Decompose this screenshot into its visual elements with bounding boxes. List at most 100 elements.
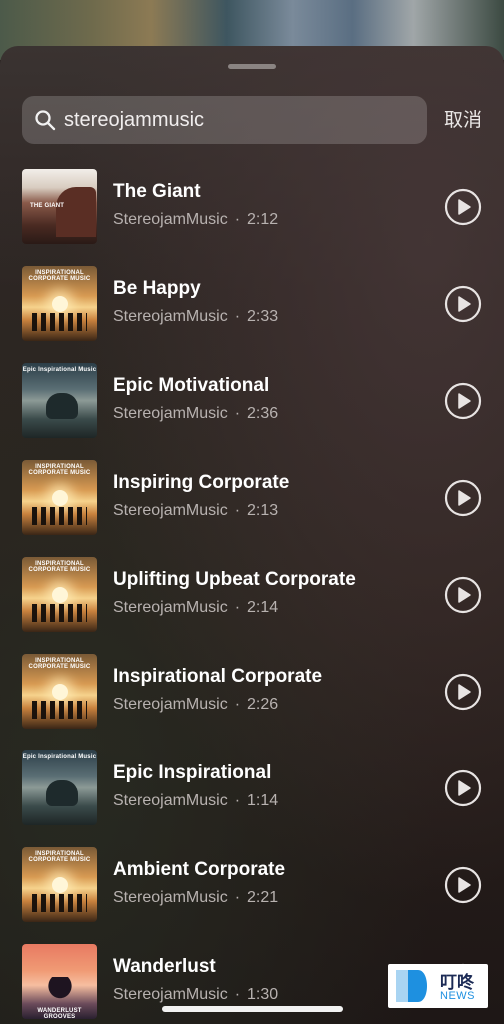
elephant-silhouette: [46, 393, 78, 419]
drag-handle[interactable]: [228, 64, 276, 69]
cover-caption: WANDERLUST GROOVES: [37, 1008, 82, 1019]
meta-separator: ·: [234, 405, 241, 422]
people-silhouette: [32, 507, 87, 525]
track-meta: StereojamMusic · 2:21: [113, 889, 278, 907]
track-artist: StereojamMusic: [113, 211, 228, 228]
cover-caption: Epic Inspirational Music: [22, 367, 97, 373]
search-input[interactable]: stereojammusic: [64, 96, 414, 144]
track-meta: StereojamMusic · 2:12: [113, 211, 278, 229]
search-icon: [35, 110, 56, 131]
cover-caption: INSPIRATIONAL CORPORATE MUSIC: [28, 658, 91, 670]
track-title: Epic Motivational: [113, 375, 270, 396]
people-silhouette: [32, 604, 87, 622]
track-title: Uplifting Upbeat Corporate: [113, 569, 356, 590]
sun-graphic: [52, 490, 68, 506]
track-meta: StereojamMusic · 2:26: [113, 696, 278, 714]
play-circle-icon[interactable]: [444, 866, 482, 904]
album-cover: INSPIRATIONAL CORPORATE MUSIC: [22, 654, 97, 729]
album-cover: Epic Inspirational Music: [22, 750, 97, 825]
track-meta: StereojamMusic · 2:36: [113, 405, 278, 423]
meta-separator: ·: [234, 792, 241, 809]
track-title: Ambient Corporate: [113, 859, 286, 880]
track-title: Inspirational Corporate: [113, 666, 323, 687]
track-artist: StereojamMusic: [113, 889, 228, 906]
track-row[interactable]: Epic Inspirational Music Epic Inspiration…: [0, 750, 504, 830]
album-cover: INSPIRATIONAL CORPORATE MUSIC: [22, 557, 97, 632]
cover-caption: INSPIRATIONAL CORPORATE MUSIC: [28, 561, 91, 573]
people-silhouette: [32, 313, 87, 331]
play-circle-icon[interactable]: [444, 576, 482, 614]
track-duration: 1:30: [247, 986, 279, 1003]
logo-icon: [396, 970, 427, 1002]
album-cover: THE GIANT: [22, 169, 97, 244]
people-silhouette: [32, 894, 87, 912]
track-meta: StereojamMusic · 1:30: [113, 986, 278, 1004]
track-title: The Giant: [113, 181, 201, 202]
track-meta: StereojamMusic · 2:14: [113, 599, 278, 617]
meta-separator: ·: [234, 889, 241, 906]
meta-separator: ·: [234, 211, 241, 228]
track-duration: 2:12: [247, 211, 279, 228]
track-title: Inspiring Corporate: [113, 472, 290, 493]
track-row[interactable]: THE GIANT The Giant StereojamMusic · 2:12: [0, 169, 504, 249]
home-indicator[interactable]: [162, 1006, 343, 1012]
elephant-silhouette: [46, 780, 78, 806]
track-duration: 2:13: [247, 502, 279, 519]
sun-graphic: [52, 296, 68, 312]
meta-separator: ·: [234, 502, 241, 519]
music-search-sheet: stereojammusic 取消 THE GIANT The Giant Ster…: [0, 46, 504, 1024]
play-circle-icon[interactable]: [444, 479, 482, 517]
track-duration: 2:36: [247, 405, 279, 422]
cover-caption: INSPIRATIONAL CORPORATE MUSIC: [28, 270, 91, 282]
track-duration: 1:14: [247, 792, 279, 809]
sun-graphic: [52, 684, 68, 700]
track-duration: 2:33: [247, 308, 279, 325]
rock-graphic: [56, 187, 96, 237]
meta-separator: ·: [234, 986, 241, 1003]
track-meta: StereojamMusic · 2:33: [113, 308, 278, 326]
track-artist: StereojamMusic: [113, 308, 228, 325]
palm-silhouette: [40, 977, 80, 1007]
play-circle-icon[interactable]: [444, 382, 482, 420]
play-circle-icon[interactable]: [444, 769, 482, 807]
track-title: Be Happy: [113, 278, 201, 299]
track-meta: StereojamMusic · 2:13: [113, 502, 278, 520]
album-cover: WANDERLUST GROOVES: [22, 944, 97, 1019]
track-row[interactable]: INSPIRATIONAL CORPORATE MUSIC Inspiration…: [0, 654, 504, 734]
track-title: Wanderlust: [113, 956, 216, 977]
track-artist: StereojamMusic: [113, 502, 228, 519]
cover-caption: Epic Inspirational Music: [22, 754, 97, 760]
track-artist: StereojamMusic: [113, 986, 228, 1003]
meta-separator: ·: [234, 599, 241, 616]
people-silhouette: [32, 701, 87, 719]
play-circle-icon[interactable]: [444, 285, 482, 323]
meta-separator: ·: [234, 696, 241, 713]
play-circle-icon[interactable]: [444, 673, 482, 711]
track-duration: 2:14: [247, 599, 279, 616]
album-cover: INSPIRATIONAL CORPORATE MUSIC: [22, 847, 97, 922]
track-duration: 2:21: [247, 889, 279, 906]
play-circle-icon[interactable]: [444, 188, 482, 226]
track-row[interactable]: INSPIRATIONAL CORPORATE MUSIC Ambient Cor…: [0, 847, 504, 927]
album-cover: INSPIRATIONAL CORPORATE MUSIC: [22, 266, 97, 341]
track-row[interactable]: INSPIRATIONAL CORPORATE MUSIC Be Happy Ste…: [0, 266, 504, 346]
track-row[interactable]: INSPIRATIONAL CORPORATE MUSIC Inspiring C…: [0, 460, 504, 540]
cancel-button[interactable]: 取消: [444, 104, 482, 136]
cover-caption: INSPIRATIONAL CORPORATE MUSIC: [28, 464, 91, 476]
track-row[interactable]: INSPIRATIONAL CORPORATE MUSIC Uplifting U…: [0, 557, 504, 637]
track-title: Epic Inspirational: [113, 762, 272, 783]
watermark-english: NEWS: [440, 990, 475, 1002]
track-duration: 2:26: [247, 696, 279, 713]
track-artist: StereojamMusic: [113, 792, 228, 809]
watermark-logo: 叮咚 NEWS: [388, 964, 488, 1008]
track-row[interactable]: Epic Inspirational Music Epic Motivationa…: [0, 363, 504, 443]
track-artist: StereojamMusic: [113, 599, 228, 616]
meta-separator: ·: [234, 308, 241, 325]
cover-caption: INSPIRATIONAL CORPORATE MUSIC: [28, 851, 91, 863]
track-meta: StereojamMusic · 1:14: [113, 792, 278, 810]
album-cover: INSPIRATIONAL CORPORATE MUSIC: [22, 460, 97, 535]
track-artist: StereojamMusic: [113, 696, 228, 713]
search-bar[interactable]: stereojammusic: [22, 96, 427, 144]
track-artist: StereojamMusic: [113, 405, 228, 422]
sun-graphic: [52, 587, 68, 603]
